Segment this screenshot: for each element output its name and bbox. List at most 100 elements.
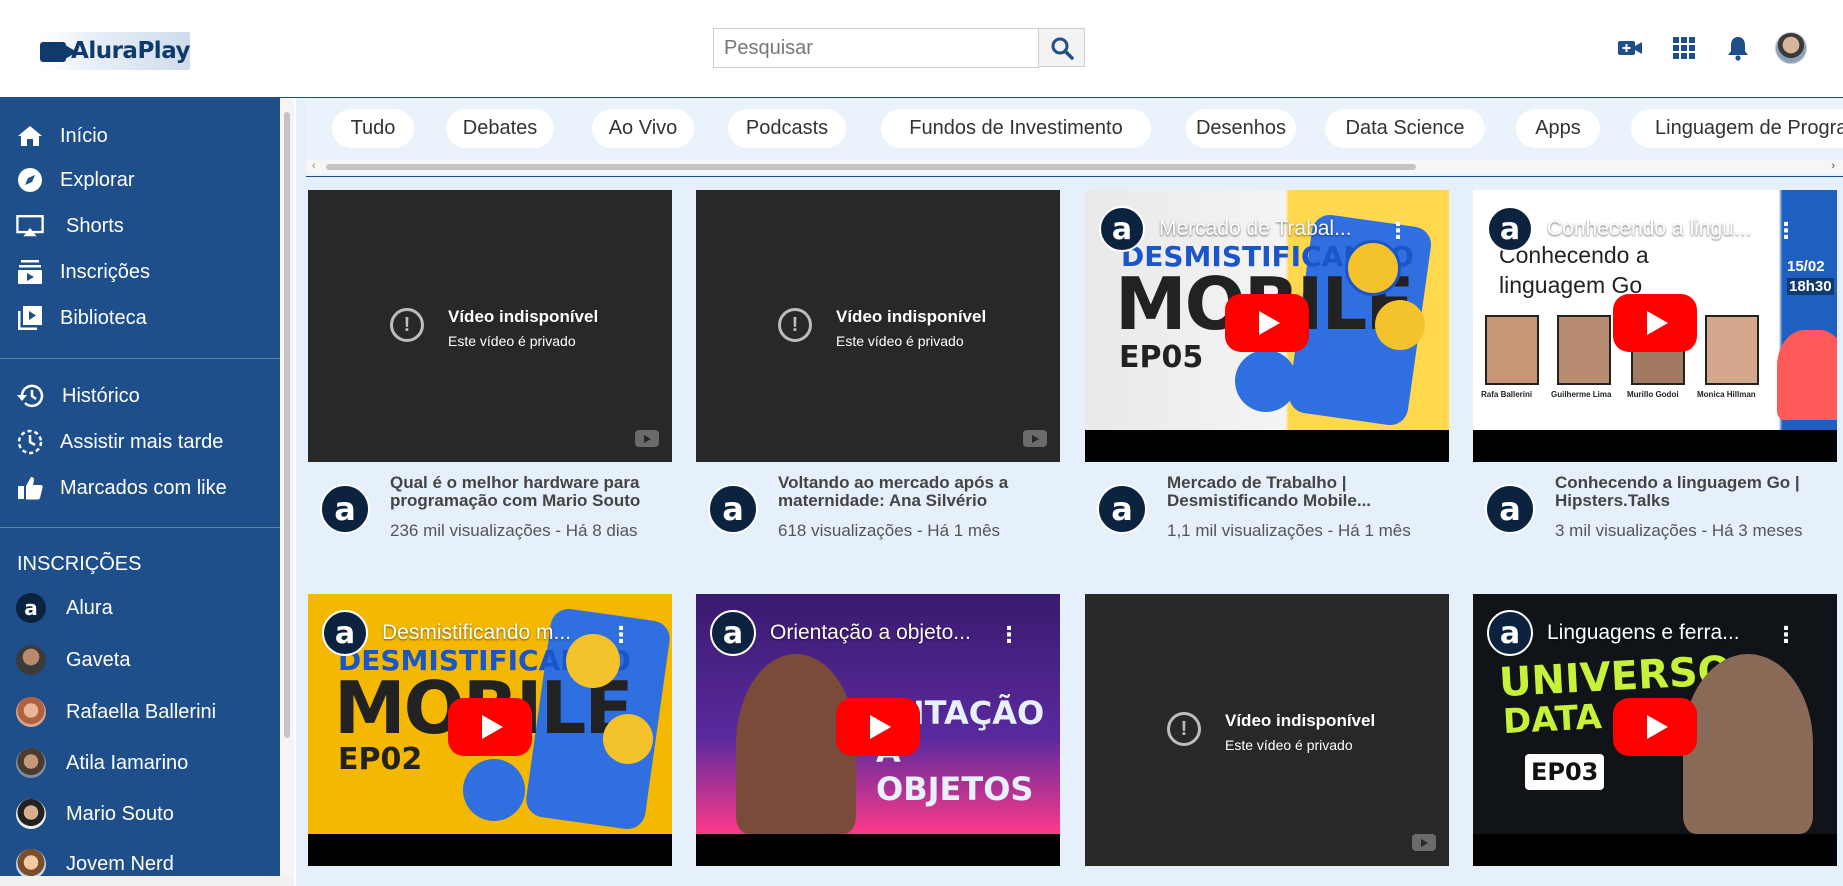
- sidebar-item-historico[interactable]: Histórico: [0, 376, 280, 416]
- subscription-item-mario-souto[interactable]: Mario Souto: [0, 794, 280, 834]
- search-button[interactable]: [1038, 28, 1085, 67]
- sidebar-item-shorts[interactable]: Shorts: [0, 206, 280, 246]
- sidebar-item-inicio[interactable]: Início: [0, 116, 280, 156]
- scroll-right-arrow-icon[interactable]: ›: [1831, 160, 1835, 172]
- chip-desenhos[interactable]: Desenhos: [1186, 109, 1296, 148]
- embed-title[interactable]: Orientação a objeto...: [770, 621, 1000, 645]
- user-avatar[interactable]: [1775, 32, 1807, 64]
- youtube-icon[interactable]: [1023, 430, 1047, 447]
- alura-logo-icon: a: [710, 610, 756, 656]
- unavailable-subtitle: Este vídeo é privado: [448, 333, 576, 349]
- aluraplay-logo[interactable]: AluraPlay: [40, 32, 190, 70]
- search-field[interactable]: [713, 28, 1039, 68]
- embed-title[interactable]: Mercado de Trabal...: [1159, 217, 1389, 241]
- thumbnail-text: Guilherme Lima: [1551, 390, 1612, 399]
- chip-linguagem-de-programacao[interactable]: Linguagem de Progra: [1631, 109, 1843, 148]
- youtube-icon[interactable]: [1412, 834, 1436, 851]
- subscription-label: Rafaella Ballerini: [66, 700, 217, 723]
- embed-header[interactable]: a Conhecendo a lingu...: [1487, 206, 1777, 252]
- sidebar-item-biblioteca[interactable]: Biblioteca: [0, 298, 280, 338]
- subscription-label: Jovem Nerd: [66, 852, 174, 875]
- chip-bar-scrollbar[interactable]: ‹ ›: [306, 160, 1843, 174]
- sidebar-item-inscricoes[interactable]: Inscrições: [0, 252, 280, 292]
- chip-data-science[interactable]: Data Science: [1325, 109, 1485, 148]
- embed-header[interactable]: a Orientação a objeto...: [710, 610, 1000, 656]
- play-button[interactable]: [1613, 698, 1697, 756]
- video-meta: 1,1 mil visualizações - Há 1 mês: [1167, 521, 1411, 540]
- video-title[interactable]: Conhecendo a linguagem Go | Hipsters.Tal…: [1555, 474, 1837, 510]
- subscription-item-rafaella-ballerini[interactable]: Rafaella Ballerini: [0, 692, 280, 732]
- alura-logo-icon: a: [1099, 206, 1145, 252]
- sidebar-scrollbar[interactable]: [280, 98, 294, 876]
- play-button[interactable]: [448, 698, 532, 756]
- apps-grid-icon[interactable]: [1670, 34, 1698, 62]
- play-button[interactable]: [836, 698, 920, 756]
- video-info: a Conhecendo a linguagem Go | Hipsters.T…: [1473, 472, 1837, 552]
- embed-header[interactable]: a Linguagens e ferra...: [1487, 610, 1777, 656]
- subscription-item-alura[interactable]: a Alura: [0, 588, 280, 628]
- video-player[interactable]: DESMISTIFICANDO MOBILE EP02 a Desmistifi…: [308, 594, 672, 866]
- play-button[interactable]: [1613, 294, 1697, 352]
- more-options-icon[interactable]: ⋮: [1775, 218, 1797, 244]
- chip-debates[interactable]: Debates: [446, 109, 554, 148]
- unavailable-title: Vídeo indisponível: [836, 307, 987, 326]
- video-player[interactable]: UNIVERSO DATA SC EP03 a Linguagens e fer…: [1473, 594, 1837, 866]
- video-player[interactable]: Conhecendo a linguagem Go 15/02 18h30 Ra…: [1473, 190, 1837, 462]
- alura-logo-icon: a: [1487, 206, 1533, 252]
- sidebar-item-explorar[interactable]: Explorar: [0, 160, 280, 200]
- video-player[interactable]: ENTAÇÃO A OBJETOS a Orientação a objeto.…: [696, 594, 1060, 866]
- thumbs-up-icon: [16, 474, 44, 502]
- channel-avatar[interactable]: a: [1097, 484, 1147, 534]
- embed-title[interactable]: Desmistificando m...: [382, 621, 612, 645]
- video-player[interactable]: ! Vídeo indisponível Este vídeo é privad…: [1085, 594, 1449, 866]
- video-player[interactable]: ! Vídeo indisponível Este vídeo é privad…: [696, 190, 1060, 462]
- channel-avatar[interactable]: a: [1485, 484, 1535, 534]
- video-title[interactable]: Mercado de Trabalho | Desmistificando Mo…: [1167, 474, 1449, 510]
- warning-icon: !: [390, 308, 424, 342]
- youtube-icon[interactable]: [635, 430, 659, 447]
- thumbnail-text: 15/02: [1787, 258, 1825, 275]
- more-options-icon[interactable]: ⋮: [1775, 622, 1797, 648]
- chip-fundos-de-investimento[interactable]: Fundos de Investimento: [881, 109, 1151, 148]
- video-player[interactable]: ! Vídeo indisponível Este vídeo é privad…: [308, 190, 672, 462]
- video-info: a Qual é o melhor hardware para programa…: [308, 472, 672, 552]
- search-input[interactable]: [714, 29, 1038, 67]
- history-icon: [16, 382, 44, 410]
- embed-header[interactable]: a Mercado de Trabal...: [1099, 206, 1389, 252]
- video-player[interactable]: DESMISTIFICANDO MOBILE EP05 a Mercado de…: [1085, 190, 1449, 462]
- sidebar-item-assistir-mais-tarde[interactable]: Assistir mais tarde: [0, 422, 280, 462]
- sidebar-item-label: Shorts: [66, 214, 124, 237]
- video-add-icon[interactable]: [1616, 34, 1644, 62]
- more-options-icon[interactable]: ⋮: [1387, 218, 1409, 244]
- thumbnail-text: Murillo Godoi: [1627, 390, 1679, 399]
- subscription-item-gaveta[interactable]: Gaveta: [0, 640, 280, 680]
- video-title[interactable]: Qual é o melhor hardware para programaçã…: [390, 474, 672, 510]
- channel-avatar: [16, 697, 46, 727]
- embed-header[interactable]: a Desmistificando m...: [322, 610, 612, 656]
- channel-avatar: [16, 849, 46, 879]
- chip-ao-vivo[interactable]: Ao Vivo: [592, 109, 694, 148]
- bell-icon[interactable]: [1724, 34, 1752, 62]
- page-horizontal-scrollbar[interactable]: [0, 876, 294, 886]
- chip-tudo[interactable]: Tudo: [332, 109, 414, 148]
- unavailable-title: Vídeo indisponível: [1225, 711, 1376, 730]
- channel-avatar: a: [16, 593, 46, 623]
- compass-icon: [16, 166, 44, 194]
- chip-apps[interactable]: Apps: [1516, 109, 1600, 148]
- more-options-icon[interactable]: ⋮: [998, 622, 1020, 648]
- subscription-label: Gaveta: [66, 648, 131, 671]
- channel-avatar[interactable]: a: [708, 484, 758, 534]
- chip-podcasts[interactable]: Podcasts: [728, 109, 846, 148]
- scrollbar-thumb[interactable]: [326, 164, 1416, 170]
- sidebar-item-marcados-com-like[interactable]: Marcados com like: [0, 468, 280, 508]
- subscription-item-atila-iamarino[interactable]: Atila Iamarino: [0, 743, 280, 783]
- embed-title[interactable]: Linguagens e ferra...: [1547, 621, 1777, 645]
- embed-title[interactable]: Conhecendo a lingu...: [1547, 217, 1777, 241]
- more-options-icon[interactable]: ⋮: [610, 622, 632, 648]
- video-title[interactable]: Voltando ao mercado após a maternidade: …: [778, 474, 1060, 510]
- video-meta: 618 visualizações - Há 1 mês: [778, 521, 1001, 540]
- scroll-left-arrow-icon[interactable]: ‹: [312, 160, 316, 172]
- play-button[interactable]: [1225, 294, 1309, 352]
- shorts-icon: [16, 212, 44, 240]
- channel-avatar[interactable]: a: [320, 484, 370, 534]
